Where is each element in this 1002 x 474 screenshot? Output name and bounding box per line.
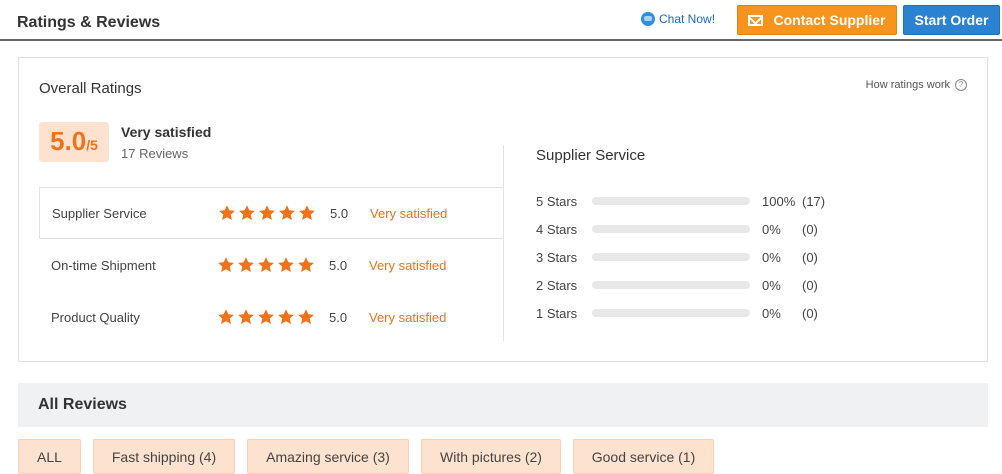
start-order-button[interactable]: Start Order <box>903 5 1000 35</box>
category-verdict: Very satisfied <box>369 309 447 325</box>
star-icon <box>218 257 234 273</box>
distribution-title: Supplier Service <box>536 147 646 164</box>
mail-icon <box>748 14 764 26</box>
overall-score-badge: 5.0 /5 <box>39 122 109 162</box>
star-rating <box>218 204 316 222</box>
star-icon <box>279 205 295 221</box>
dist-count: (0) <box>802 249 818 265</box>
star-icon <box>278 257 294 273</box>
category-row-on-time-shipment[interactable]: On-time Shipment 5.0 Very satisfied <box>39 239 504 291</box>
star-rating <box>217 256 315 274</box>
dist-percent: 0% <box>762 305 781 321</box>
chat-now-link[interactable]: Chat Now! <box>641 12 715 26</box>
category-verdict: Very satisfied <box>370 205 448 221</box>
star-icon <box>299 205 315 221</box>
question-icon: ? <box>955 79 967 91</box>
review-count: 17 Reviews <box>121 146 189 161</box>
overall-verdict: Very satisfied <box>121 124 212 140</box>
filter-all[interactable]: ALL <box>18 439 81 474</box>
filter-with-pictures[interactable]: With pictures (2) <box>421 439 561 474</box>
distribution-row-4: 4 Stars 0% (0) <box>536 220 842 238</box>
star-icon <box>258 309 274 325</box>
star-icon <box>298 257 314 273</box>
category-name: Product Quality <box>51 309 140 325</box>
dist-count: (17) <box>802 193 826 209</box>
contact-supplier-button[interactable]: Contact Supplier <box>737 5 897 35</box>
dist-percent: 100% <box>762 193 796 209</box>
chat-now-label: Chat Now! <box>659 12 716 26</box>
star-icon <box>218 309 234 325</box>
dist-bar <box>592 225 750 233</box>
dist-label: 2 Stars <box>536 277 578 293</box>
all-reviews-title: All Reviews <box>38 396 127 413</box>
category-score: 5.0 <box>329 309 348 325</box>
dist-count: (0) <box>802 305 818 321</box>
star-icon <box>258 257 274 273</box>
category-row-supplier-service[interactable]: Supplier Service 5.0 Very satisfied <box>39 187 504 239</box>
dist-percent: 0% <box>762 249 781 265</box>
filter-amazing-service[interactable]: Amazing service (3) <box>247 439 409 474</box>
overall-score: 5.0 <box>50 126 87 156</box>
category-row-product-quality[interactable]: Product Quality 5.0 Very satisfied <box>39 291 504 343</box>
dist-percent: 0% <box>762 221 781 237</box>
category-name: Supplier Service <box>52 205 147 221</box>
dist-bar <box>592 197 750 205</box>
star-icon <box>238 309 254 325</box>
distribution-row-1: 1 Stars 0% (0) <box>536 304 842 322</box>
chat-icon <box>641 12 655 26</box>
distribution-row-2: 2 Stars 0% (0) <box>536 276 842 294</box>
section-title: Ratings & Reviews <box>17 14 161 31</box>
category-name: On-time Shipment <box>51 257 156 273</box>
dist-percent: 0% <box>762 277 781 293</box>
dist-label: 5 Stars <box>536 193 578 209</box>
dist-label: 4 Stars <box>536 221 578 237</box>
filter-good-service[interactable]: Good service (1) <box>573 439 714 474</box>
reviews-header: Ratings & Reviews Chat Now! Contact Supp… <box>0 0 1002 41</box>
how-ratings-work-label: How ratings work <box>865 79 950 91</box>
contact-supplier-label: Contact Supplier <box>773 12 886 28</box>
dist-count: (0) <box>802 277 818 293</box>
dist-bar <box>592 281 750 289</box>
dist-label: 1 Stars <box>536 305 578 321</box>
star-icon <box>259 205 275 221</box>
dist-label: 3 Stars <box>536 249 578 265</box>
overall-score-max: /5 <box>86 137 98 153</box>
star-icon <box>278 309 294 325</box>
start-order-label: Start Order <box>914 12 989 28</box>
dist-bar <box>592 253 750 261</box>
how-ratings-work-link[interactable]: How ratings work ? <box>866 79 967 91</box>
overall-ratings-title: Overall Ratings <box>39 80 142 97</box>
dist-count: (0) <box>802 221 818 237</box>
overall-ratings-panel: Overall Ratings How ratings work ? 5.0 /… <box>18 57 988 362</box>
dist-bar <box>592 309 750 317</box>
distribution-row-5: 5 Stars 100% (17) <box>536 192 842 210</box>
star-icon <box>298 309 314 325</box>
star-rating <box>217 308 315 326</box>
star-icon <box>219 205 235 221</box>
filter-fast-shipping[interactable]: Fast shipping (4) <box>93 439 235 474</box>
star-icon <box>238 257 254 273</box>
category-score: 5.0 <box>329 257 348 273</box>
all-reviews-bar: All Reviews <box>18 383 988 427</box>
distribution-row-3: 3 Stars 0% (0) <box>536 248 842 266</box>
category-score: 5.0 <box>330 205 349 221</box>
star-icon <box>239 205 255 221</box>
category-verdict: Very satisfied <box>369 257 447 273</box>
